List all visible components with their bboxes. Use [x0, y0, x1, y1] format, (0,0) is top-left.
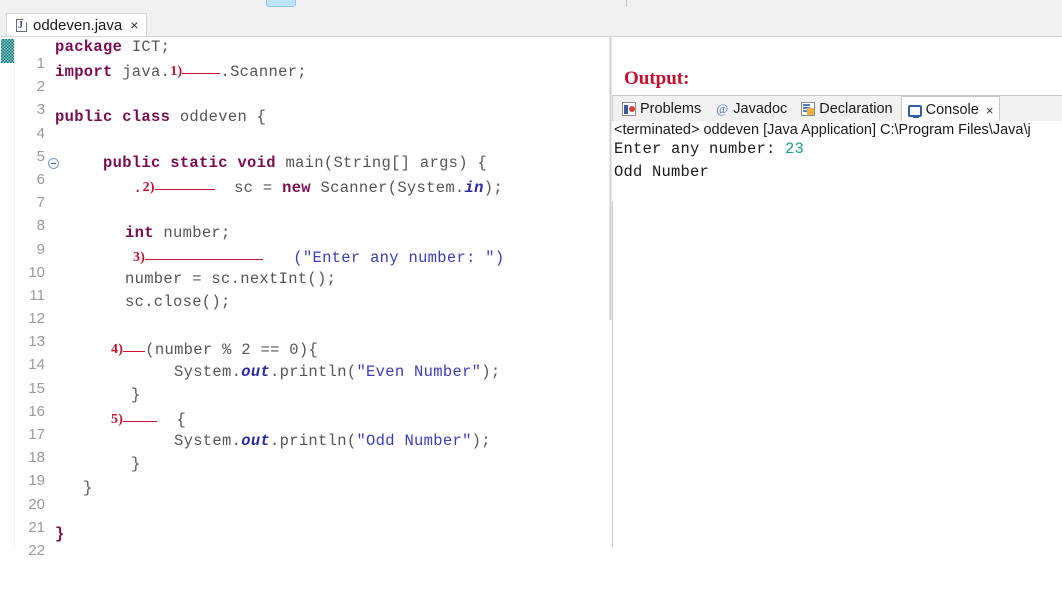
line11-code: number = sc.nextInt();	[125, 269, 337, 288]
console-user-input: 23	[785, 140, 805, 158]
line1-rest: ICT;	[122, 38, 171, 56]
keyword-new: new	[282, 179, 311, 198]
line14-rest: (number % 2 == 0){	[145, 341, 319, 360]
line16-code: }	[131, 385, 141, 404]
line15-pre: System.	[174, 362, 242, 381]
tab-console[interactable]: Console ×	[900, 96, 1001, 122]
line-source: sc.close();	[125, 293, 231, 311]
line-source: number = sc.nextInt();	[125, 270, 336, 288]
line18-string: "Odd Number"	[356, 432, 472, 451]
blank-marker-3: 3)	[133, 249, 146, 265]
close-icon[interactable]: ×	[986, 103, 994, 118]
line18-pre: System.	[174, 432, 242, 451]
tab-declaration-label: Declaration	[819, 101, 893, 117]
field-system-out: out	[241, 362, 271, 381]
keyword-class: class	[122, 107, 171, 126]
keyword-import: import	[55, 63, 113, 82]
output-panel: Output: Problems @ Javadoc Declaration C…	[612, 0, 1062, 547]
line17-rest: {	[157, 411, 187, 429]
line-source: }	[55, 525, 65, 543]
line-source: package ICT;	[55, 38, 170, 56]
line-source: .2) sc = new Scanner(System.in);	[133, 177, 503, 197]
fill-in-blank-1[interactable]	[182, 61, 221, 75]
tab-declaration[interactable]: Declaration	[795, 96, 898, 122]
line-source: public class oddeven {	[55, 108, 266, 126]
console-result-text: Odd Number	[614, 163, 710, 181]
line-source: 5) {	[111, 409, 186, 429]
editor-tab-oddeven-java[interactable]: oddeven.java ×	[6, 13, 148, 36]
line15-string: "Even Number"	[356, 362, 482, 381]
console-icon	[907, 104, 922, 118]
line-source: 4) (number % 2 == 0){	[111, 339, 318, 359]
line18-mid: .println(	[270, 432, 357, 451]
line22-code: }	[55, 524, 65, 543]
line18-tail: );	[471, 432, 491, 451]
toolbar-button-highlight[interactable]	[266, 0, 296, 7]
console-tab-strip: Problems @ Javadoc Declaration Console ×	[613, 96, 1062, 122]
annotation-ruler[interactable]	[0, 37, 15, 548]
line2-tail: .Scanner;	[220, 63, 307, 82]
keyword-package: package	[55, 38, 123, 56]
keyword-int: int	[125, 223, 154, 242]
console-process-line: <terminated> oddeven [Java Application] …	[614, 122, 1031, 138]
tab-problems[interactable]: Problems	[616, 96, 707, 122]
fill-in-blank-3[interactable]	[145, 247, 264, 260]
problems-icon	[622, 102, 636, 116]
keyword-public: public	[55, 107, 113, 126]
tab-javadoc-label: Javadoc	[733, 101, 788, 117]
keyword-void: void	[237, 153, 276, 172]
line-source: }	[131, 455, 141, 473]
line6-rest: main(String[] args) {	[275, 153, 488, 172]
line15-mid: .println(	[270, 362, 357, 381]
blank-marker-1: 1)	[170, 64, 183, 80]
console-prompt-text: Enter any number:	[614, 140, 786, 158]
occurrence-marker-block	[1, 39, 14, 63]
fill-in-blank-5[interactable]	[123, 409, 158, 422]
line-source: System.out.println("Odd Number");	[174, 432, 491, 450]
line10-string: ("Enter any number: ")	[293, 248, 505, 267]
line-source: import java.1) .Scanner;	[55, 61, 307, 81]
line2-mid: java.	[112, 63, 171, 82]
line20-code: }	[83, 478, 93, 497]
line7-mid: sc =	[214, 179, 283, 198]
line19-code: }	[131, 455, 141, 474]
console-line: Odd Number	[612, 161, 1062, 184]
line-source: System.out.println("Even Number");	[174, 363, 500, 381]
blank-marker-2: 2)	[142, 180, 155, 196]
tab-console-label: Console	[925, 102, 979, 118]
console-output-body[interactable]: <terminated> oddeven [Java Application] …	[612, 121, 1062, 201]
line-source: public static void main(String[] args) {	[103, 154, 487, 172]
line9-rest: number;	[153, 223, 231, 242]
console-line: Enter any number: 23	[612, 138, 1062, 161]
fill-in-blank-4[interactable]	[123, 339, 146, 353]
line7-tail1: Scanner(System.	[310, 179, 465, 198]
line4-rest: oddeven {	[170, 107, 267, 126]
keyword-public: public	[103, 153, 161, 172]
line12-code: sc.close();	[125, 293, 231, 312]
line-number: 22	[28, 541, 45, 559]
field-system-out: out	[241, 432, 271, 451]
line7-dot: .	[133, 179, 143, 198]
output-caption: Output:	[624, 68, 690, 89]
tab-problems-label: Problems	[640, 101, 702, 117]
keyword-static: static	[170, 153, 228, 172]
blank-marker-4: 4)	[111, 342, 124, 358]
blank-marker-5: 5)	[111, 412, 124, 427]
declaration-icon	[801, 102, 816, 116]
collapse-minus-icon[interactable]	[48, 157, 59, 169]
editor-tab-label: oddeven.java	[33, 16, 123, 34]
line-source: }	[131, 386, 141, 404]
line15-tail: );	[481, 362, 501, 381]
fill-in-blank-2[interactable]	[154, 177, 215, 191]
java-file-icon	[16, 18, 27, 32]
tab-javadoc[interactable]: @ Javadoc	[709, 96, 793, 122]
line-source: 3) ("Enter any number: ")	[133, 247, 505, 267]
line-source: int number;	[125, 224, 231, 242]
field-system-in: in	[464, 179, 484, 198]
line7-tail2: );	[483, 179, 503, 198]
javadoc-icon: @	[716, 101, 729, 116]
close-icon[interactable]: ×	[130, 18, 138, 32]
line-source: }	[83, 479, 93, 497]
